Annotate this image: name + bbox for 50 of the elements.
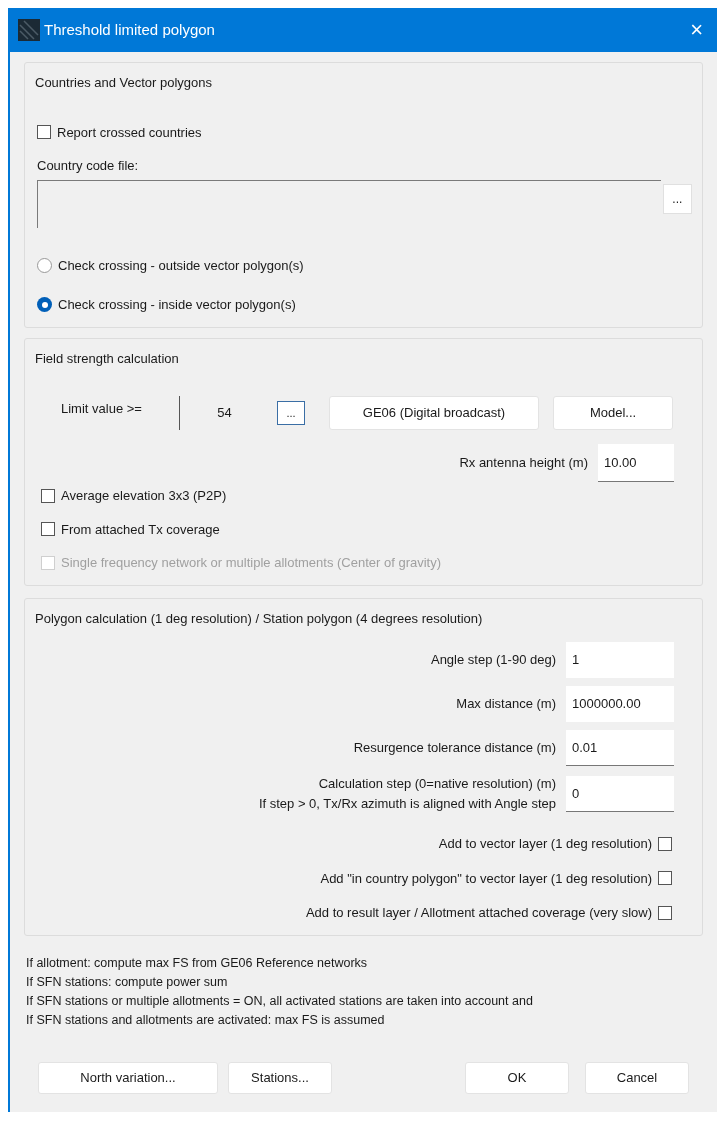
info-text: If allotment: compute max FS from GE06 Reference networks: [26, 954, 369, 972]
info-text: If SFN stations and allotments are activated: max FS is assumed: [26, 1011, 386, 1029]
limit-label: Limit value >=: [61, 400, 143, 419]
checkbox[interactable]: [658, 836, 672, 851]
model-button[interactable]: Model...: [553, 396, 673, 430]
checkbox[interactable]: [658, 871, 672, 886]
dialog-button[interactable]: North variation...: [38, 1061, 218, 1094]
close-button[interactable]: ×: [684, 19, 709, 41]
input-field[interactable]: 0: [566, 776, 674, 812]
dialog-button[interactable]: Stations...: [228, 1061, 332, 1094]
group-title: Field strength calculation: [35, 349, 180, 368]
field-label: Angle step (1-90 deg): [430, 651, 556, 669]
radio-button[interactable]: [37, 257, 52, 273]
browse-button[interactable]: ...: [277, 401, 305, 425]
field-label: Calculation step (0=native resolution) (m): [318, 775, 556, 793]
radio-label: Check crossing - inside vector polygon(s): [58, 296, 296, 314]
app-icon: [18, 19, 40, 41]
checkbox-label: Single frequency network or multiple allotments (Center of gravity): [61, 554, 442, 572]
file-path-field[interactable]: [37, 179, 661, 228]
group-title: Polygon calculation (1 deg resolution) / Station polygon (4 degrees resolution): [35, 609, 484, 628]
checkbox[interactable]: [658, 905, 672, 920]
dialog-button[interactable]: OK: [465, 1061, 569, 1094]
checkbox-label: Add to result layer / Allotment attached coverage (very slow): [305, 904, 652, 922]
checkbox[interactable]: [37, 125, 51, 140]
checkbox-label: Add to vector layer (1 deg resolution): [438, 835, 652, 853]
input-field[interactable]: 1: [566, 642, 674, 678]
model-button[interactable]: GE06 (Digital broadcast): [329, 396, 539, 430]
checkbox[interactable]: [41, 488, 55, 503]
input-field[interactable]: 0.01: [566, 730, 674, 766]
input-field[interactable]: 1000000.00: [566, 686, 674, 722]
field-label: Country code file:: [37, 157, 140, 175]
browse-button[interactable]: ...: [662, 183, 692, 214]
field-note: If step > 0, Tx/Rx azimuth is aligned with Angle step: [258, 795, 556, 813]
field-label: Resurgence tolerance distance (m): [353, 739, 556, 757]
group-title: Countries and Vector polygons: [35, 74, 214, 92]
dialog-button[interactable]: Cancel: [585, 1061, 689, 1094]
checkbox[interactable]: [41, 522, 55, 537]
field-label: Rx antenna height (m): [459, 454, 588, 473]
limit-value-field[interactable]: 54: [179, 396, 269, 430]
info-text: If SFN stations or multiple allotments = ON, all activated stations are taken into account and: [26, 992, 534, 1010]
info-text: If SFN stations: compute power sum: [26, 973, 229, 991]
input-field[interactable]: 10.00: [598, 444, 674, 482]
radio-button[interactable]: [37, 297, 52, 313]
checkbox-label: Average elevation 3x3 (P2P): [61, 487, 227, 505]
field-label: Max distance (m): [456, 695, 556, 713]
radio-label: Check crossing - outside vector polygon(s): [58, 256, 304, 275]
window-title: Threshold limited polygon: [44, 19, 215, 40]
checkbox-label: From attached Tx coverage: [61, 520, 220, 539]
checkbox-label: Report crossed countries: [57, 123, 202, 142]
checkbox-label: Add "in country polygon" to vector layer (1 deg resolution): [320, 869, 652, 888]
